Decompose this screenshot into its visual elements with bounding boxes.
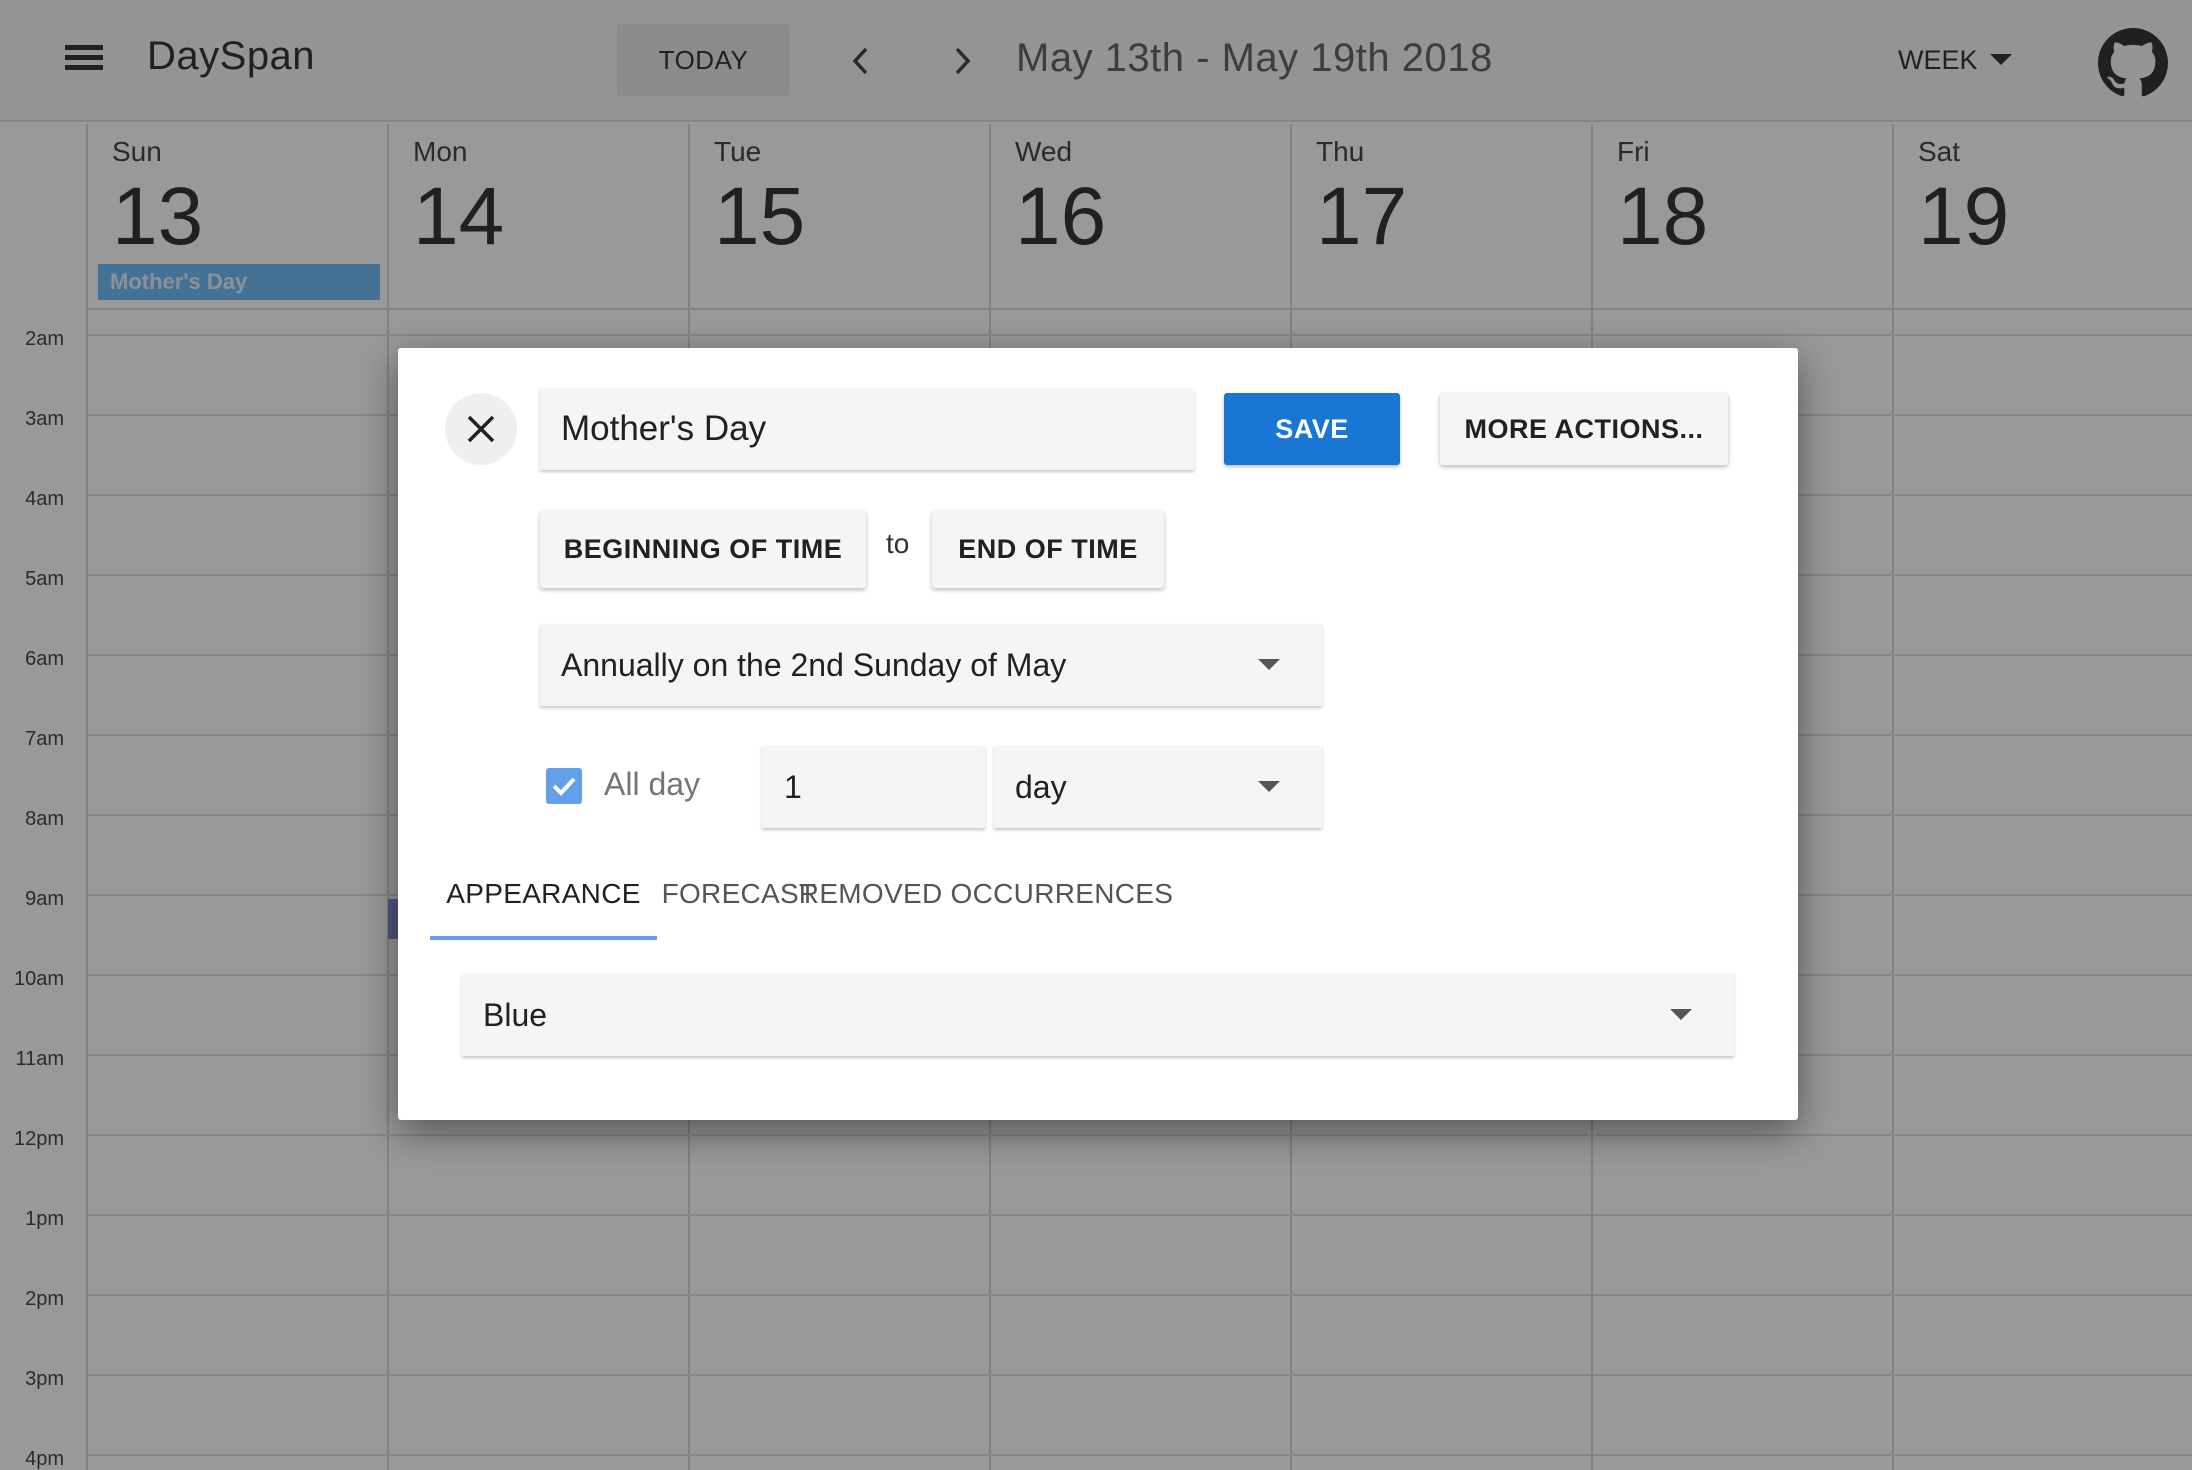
close-button[interactable] [445, 393, 517, 465]
duration-unit-value: day [1015, 768, 1067, 805]
duration-input[interactable]: 1 [762, 746, 985, 828]
dialog-tabs: APPEARANCE FORECAST REMOVED OCCURRENCES [430, 848, 1766, 940]
color-select[interactable]: Blue [462, 974, 1734, 1056]
recurrence-select[interactable]: Annually on the 2nd Sunday of May [540, 624, 1322, 706]
tab-removed-occurrences[interactable]: REMOVED OCCURRENCES [799, 848, 1173, 940]
to-label: to [886, 528, 910, 559]
tab-appearance[interactable]: APPEARANCE [430, 848, 657, 940]
allday-label[interactable]: All day [604, 766, 700, 803]
event-title-input[interactable]: Mother's Day [540, 388, 1194, 470]
save-button[interactable]: SAVE [1224, 393, 1400, 465]
caret-down-icon [1258, 781, 1280, 792]
more-actions-button[interactable]: MORE ACTIONS... [1440, 393, 1728, 465]
duration-unit-select[interactable]: day [994, 746, 1322, 828]
check-icon [552, 777, 576, 796]
recurrence-value: Annually on the 2nd Sunday of May [561, 646, 1067, 683]
allday-checkbox[interactable] [546, 768, 582, 804]
active-tab-indicator [430, 936, 657, 940]
end-date-button[interactable]: END OF TIME [932, 510, 1164, 588]
caret-down-icon [1670, 1009, 1692, 1020]
color-value: Blue [483, 996, 548, 1033]
caret-down-icon [1258, 659, 1280, 670]
tab-forecast[interactable]: FORECAST [657, 848, 821, 940]
close-icon [467, 415, 495, 443]
start-date-button[interactable]: BEGINNING OF TIME [540, 510, 866, 588]
event-edit-dialog: Mother's Day SAVE MORE ACTIONS... BEGINN… [398, 348, 1798, 1120]
